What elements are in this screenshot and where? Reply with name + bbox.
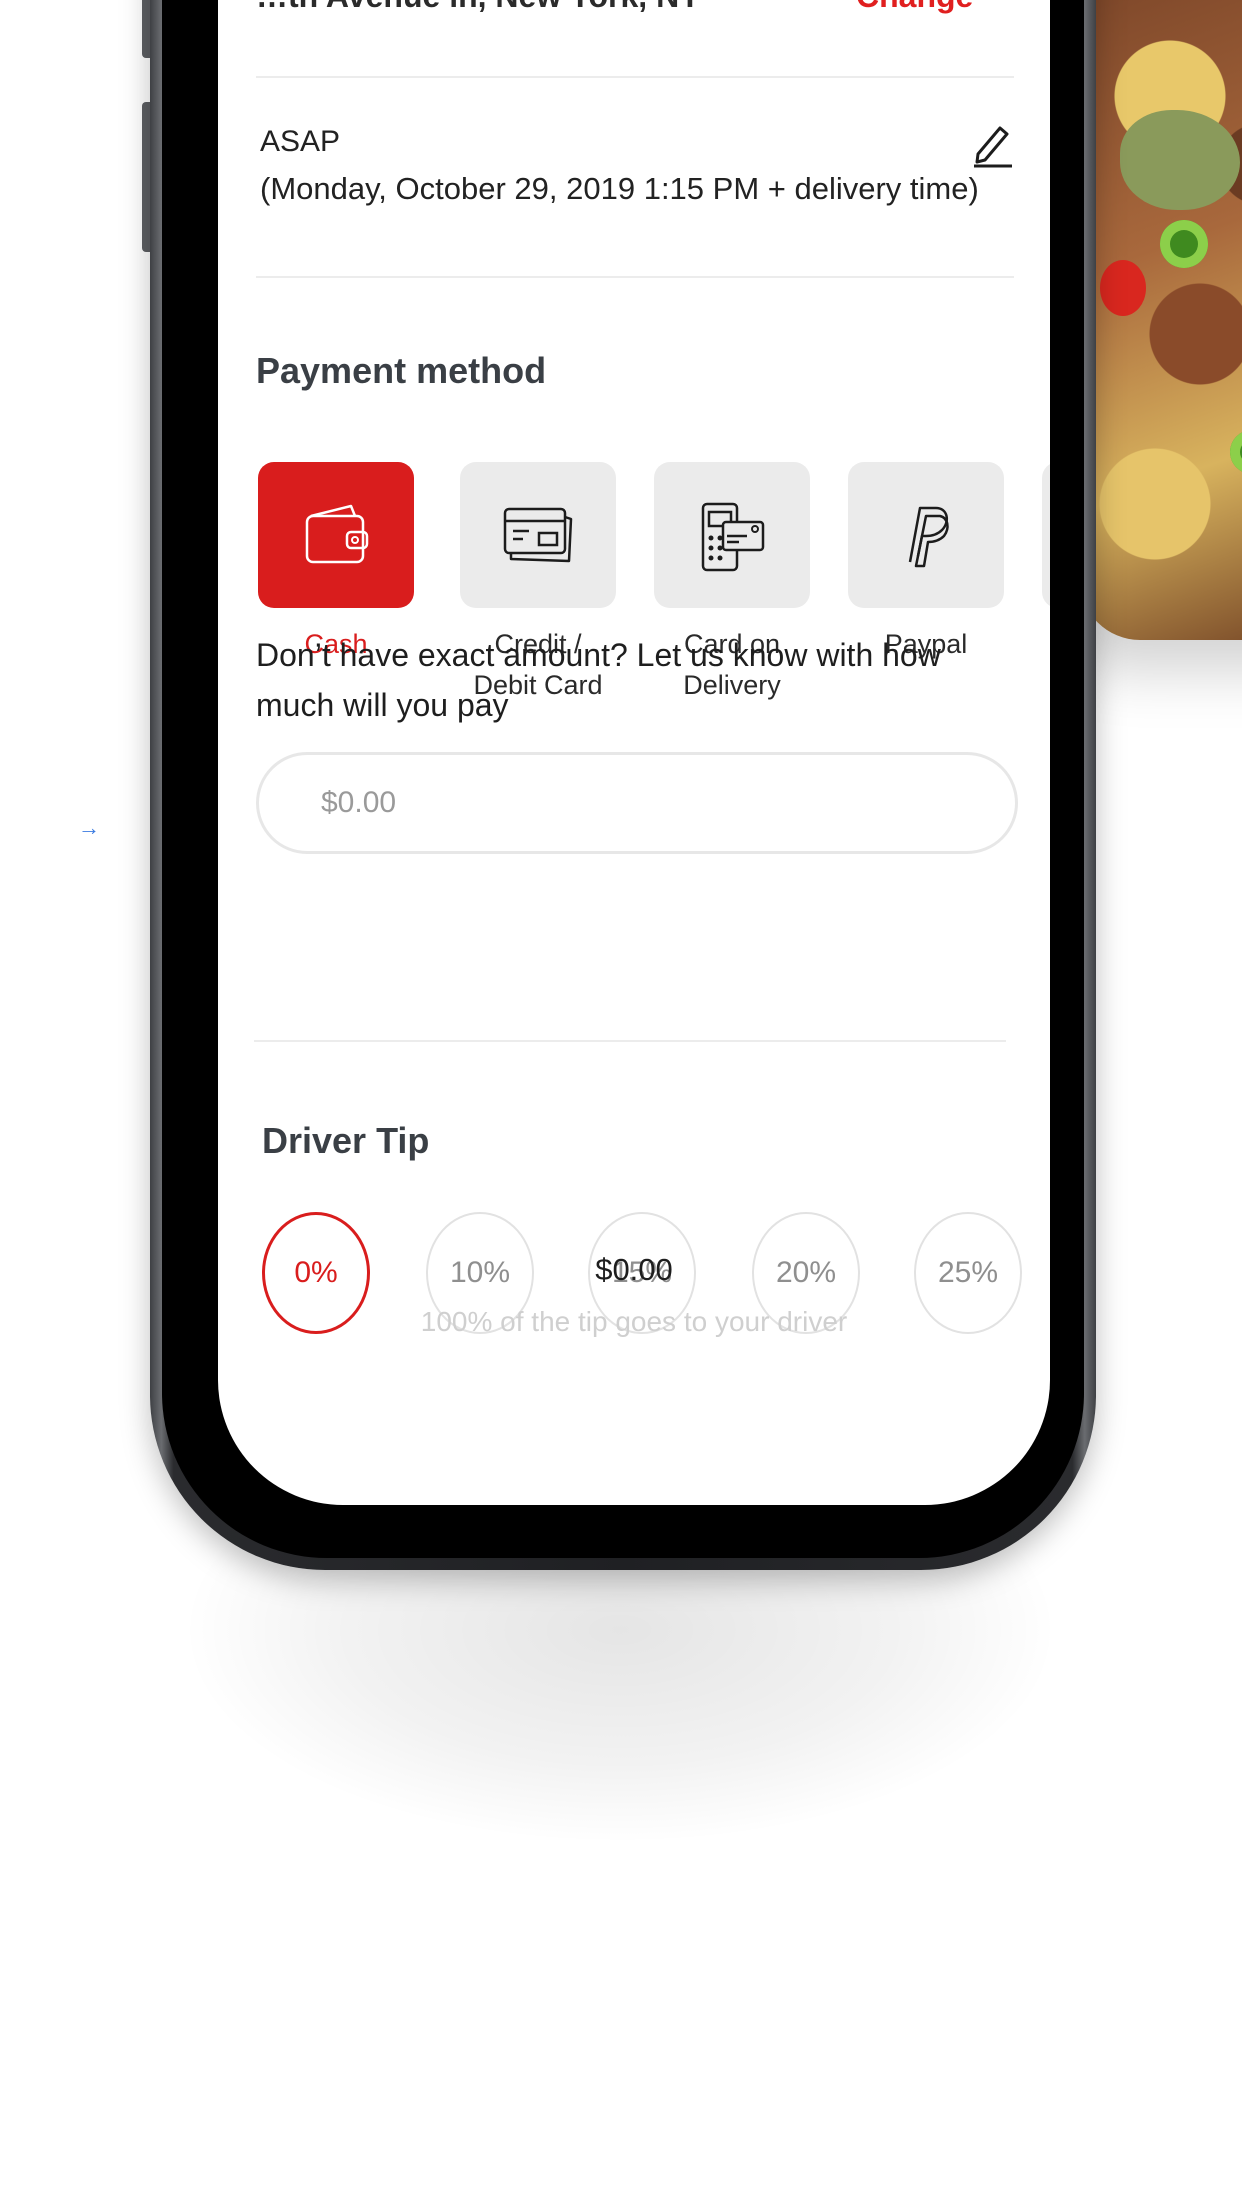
delivery-address-row[interactable]: …th Avenue ln, New York, NY Change <box>256 0 1012 18</box>
phone-bezel: …th Avenue ln, New York, NY Change ASAP … <box>162 0 1084 1558</box>
cash-amount-input[interactable] <box>256 752 1018 854</box>
arrow-right-icon: → <box>78 815 100 840</box>
phone-frame: …th Avenue ln, New York, NY Change ASAP … <box>150 0 1096 1570</box>
tip-amount: $0.00 <box>595 1252 673 1287</box>
tip-note: 100% of the tip goes to your driver <box>420 1306 848 1337</box>
credit-card-icon <box>503 507 573 563</box>
payment-option-more[interactable] <box>1042 462 1050 608</box>
paypal-icon <box>908 506 949 568</box>
divider <box>256 276 1014 278</box>
paypal-tile[interactable] <box>848 462 1004 608</box>
divider <box>254 1040 1006 1042</box>
schedule-detail: (Monday, October 29, 2019 1:15 PM + deli… <box>260 171 979 206</box>
checkout-screen: …th Avenue ln, New York, NY Change ASAP … <box>218 0 1050 1505</box>
cash-amount-hint: Don’t have exact amount? Let us know wit… <box>256 637 941 723</box>
schedule-label: ASAP <box>260 125 341 158</box>
mockup-stage: → …th Avenue ln, New York, NY Change ASA… <box>0 0 1242 2206</box>
menu-icon[interactable] <box>970 0 1008 12</box>
wallet-icon <box>305 504 369 564</box>
driver-tip-title: Driver Tip <box>262 1120 430 1161</box>
delivery-address: …th Avenue ln, New York, NY <box>256 0 701 14</box>
edit-pencil-icon[interactable] <box>970 120 1014 168</box>
card-terminal-icon <box>701 502 765 572</box>
credit-card-tile[interactable] <box>460 462 616 608</box>
nachos-food-image <box>1080 0 1242 640</box>
cash-tile[interactable] <box>258 462 414 608</box>
payment-method-title: Payment method <box>256 350 547 391</box>
card-terminal-tile[interactable] <box>654 462 810 608</box>
divider <box>256 76 1014 78</box>
delivery-schedule: ASAP (Monday, October 29, 2019 1:15 PM +… <box>260 120 980 214</box>
change-address-link[interactable]: Change <box>856 0 973 15</box>
